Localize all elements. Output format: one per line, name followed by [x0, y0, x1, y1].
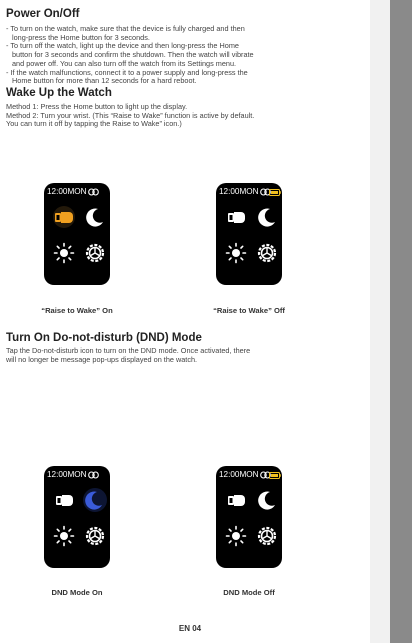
- moon-icon[interactable]: [256, 489, 278, 511]
- power-instructions: - To turn on the watch, make sure that t…: [6, 24, 364, 86]
- status-bar: 12:00MON: [216, 469, 282, 481]
- settings-gear-icon[interactable]: [84, 242, 106, 264]
- section-title-wake: Wake Up the Watch: [6, 87, 112, 99]
- watch-time: 12:00MON: [47, 187, 87, 196]
- watch-screen-raise-on: 12:00MON: [44, 183, 110, 285]
- power-line: Home button for more than 12 seconds for…: [12, 76, 197, 86]
- raise-to-wake-icon[interactable]: [226, 489, 248, 511]
- raise-to-wake-icon[interactable]: [52, 204, 78, 230]
- moon-icon[interactable]: [256, 206, 278, 228]
- dnd-line: will no longer be message pop-ups displa…: [6, 354, 198, 364]
- watch-time: 12:00MON: [219, 187, 259, 196]
- settings-gear-icon[interactable]: [84, 525, 106, 547]
- raise-to-wake-icon[interactable]: [54, 489, 76, 511]
- wake-instructions: Method 1: Press the Home button to light…: [6, 102, 364, 129]
- page-number: EN 04: [178, 624, 202, 633]
- moon-icon[interactable]: [84, 206, 106, 228]
- link-icon: [88, 471, 99, 479]
- caption-dnd-on: DND Mode On: [51, 588, 103, 597]
- watch-screen-dnd-on: 12:00MON: [44, 466, 110, 568]
- status-bar: 12:00MON: [44, 186, 110, 198]
- dnd-instructions: Tap the Do-not-disturb icon to turn on t…: [6, 346, 364, 364]
- manual-page: Power On/Off - To turn on the watch, mak…: [0, 0, 370, 643]
- raise-to-wake-icon[interactable]: [226, 206, 248, 228]
- brightness-icon[interactable]: [53, 525, 75, 547]
- caption-dnd-off: DND Mode Off: [223, 588, 275, 597]
- brightness-icon[interactable]: [225, 242, 247, 264]
- status-bar: 12:00MON: [44, 469, 110, 481]
- battery-icon: [269, 472, 281, 479]
- caption-raise-on: “Raise to Wake” On: [41, 306, 113, 315]
- brightness-icon[interactable]: [225, 525, 247, 547]
- settings-gear-icon[interactable]: [256, 242, 278, 264]
- status-bar: 12:00MON: [216, 186, 282, 198]
- wake-line: You can turn it off by tapping the Raise…: [6, 119, 182, 129]
- watch-screen-raise-off: 12:00MON: [216, 183, 282, 285]
- battery-icon: [269, 189, 281, 196]
- scrollbar-track[interactable]: [390, 0, 412, 643]
- section-title-power: Power On/Off: [6, 8, 80, 20]
- watch-time: 12:00MON: [47, 470, 87, 479]
- moon-icon[interactable]: [82, 487, 108, 513]
- section-title-dnd: Turn On Do-not-disturb (DND) Mode: [6, 332, 202, 344]
- caption-raise-off: “Raise to Wake” Off: [213, 306, 285, 315]
- settings-gear-icon[interactable]: [256, 525, 278, 547]
- watch-time: 12:00MON: [219, 470, 259, 479]
- brightness-icon[interactable]: [53, 242, 75, 264]
- link-icon: [88, 188, 99, 196]
- watch-screen-dnd-off: 12:00MON: [216, 466, 282, 568]
